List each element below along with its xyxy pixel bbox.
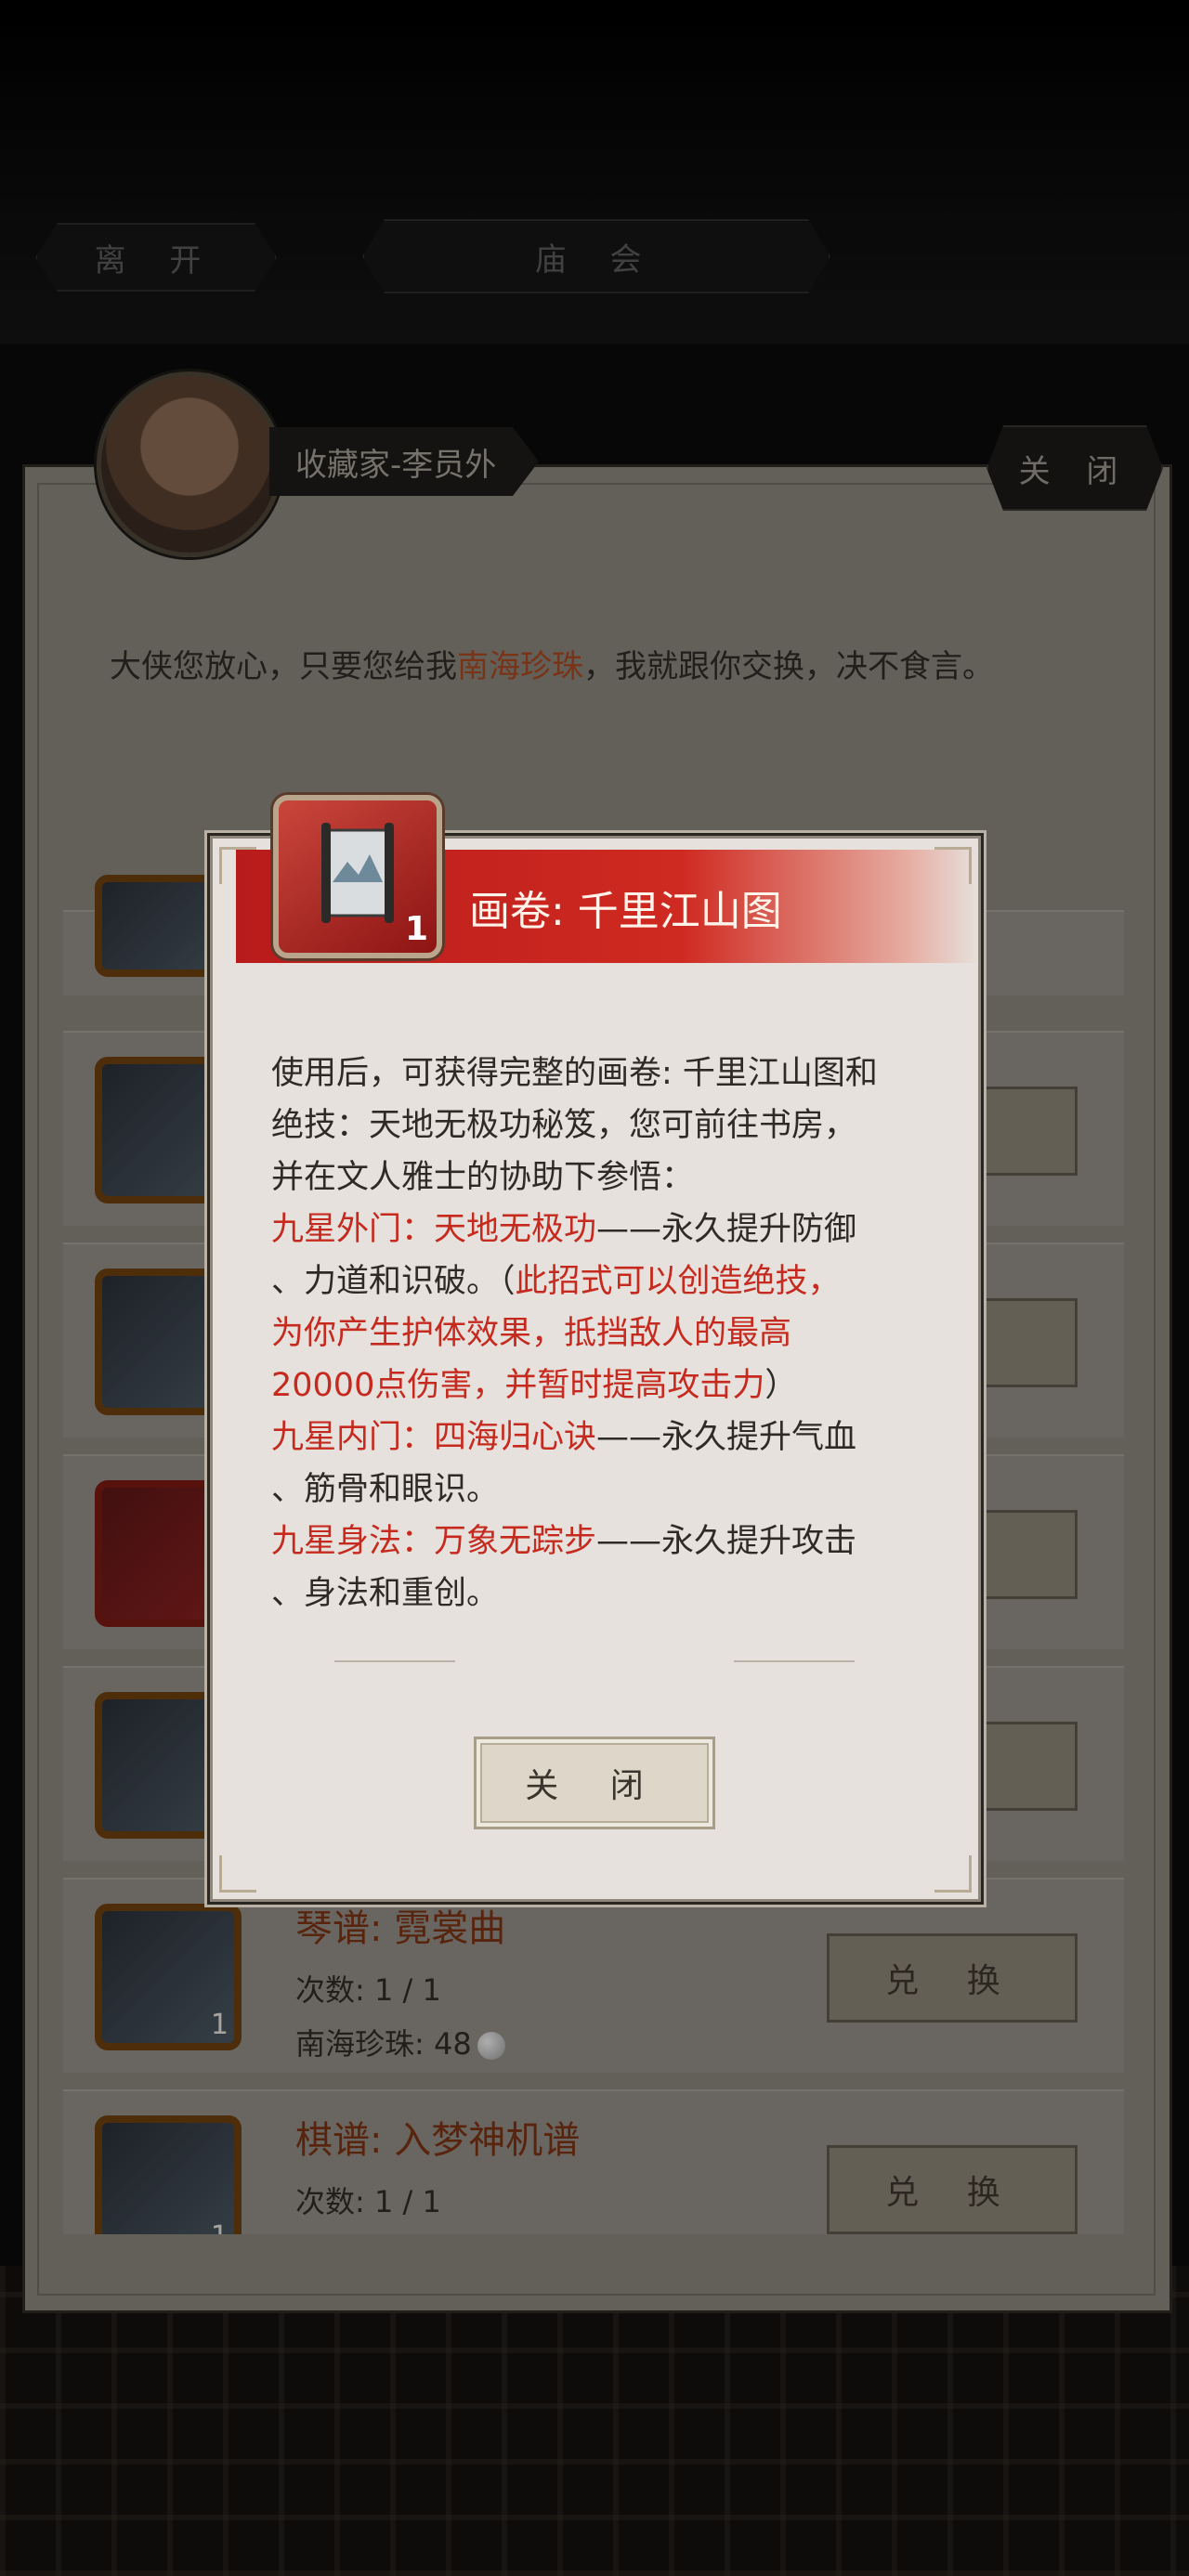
skill-name: 九星外门：天地无极功 [271,1211,597,1248]
divider-ornament [734,1660,855,1662]
popup-close-button[interactable]: 关 闭 [474,1737,715,1829]
skill-effect: ——永久提升气血 [596,1419,857,1456]
corner-ornament [934,1855,972,1893]
skill-movement: 九星身法：万象无踪步——永久提升攻击 [271,1516,940,1568]
item-description: 使用后，可获得完整的画卷: 千里江山图和 绝技：天地无极功秘笈，您可前往书房， … [271,1047,940,1620]
skill-effect: 、身法和重创。 [271,1575,500,1612]
skill-note: 此招式可以创造绝技， [515,1263,841,1300]
desc-line: 绝技：天地无极功秘笈，您可前往书房， [271,1107,857,1144]
skill-note-end: ） [764,1367,798,1404]
skill-effect: ——永久提升攻击 [596,1523,857,1560]
item-count: 1 [405,910,429,948]
popup-item-title: 画卷: 千里江山图 [469,888,782,935]
skill-name: 九星内门：四海归心诀 [271,1419,597,1456]
skill-name: 九星身法：万象无踪步 [271,1523,597,1560]
skill-effect: 、筋骨和眼识。 [271,1471,500,1508]
painting-scroll-icon [321,823,394,923]
skill-outer: 九星外门：天地无极功——永久提升防御 [271,1203,940,1255]
skill-outer-cont: 、力道和识破。（此招式可以创造绝技， [271,1255,940,1308]
skill-effect: 、力道和识破。（ [271,1263,516,1300]
divider-ornament [334,1660,455,1662]
corner-ornament [219,1855,256,1893]
skill-effect: ——永久提升防御 [596,1211,857,1248]
popup-close-label: 关 闭 [525,1767,664,1805]
skill-note: 20000点伤害，并暂时提高攻击力 [271,1367,765,1404]
desc-line: 使用后，可获得完整的画卷: 千里江山图和 [271,1055,878,1092]
skill-note: 为你产生护体效果，抵挡敌人的最高 [271,1315,792,1352]
skill-inner: 九星内门：四海归心诀——永久提升气血 [271,1412,940,1464]
desc-line: 并在文人雅士的协助下参悟： [271,1159,695,1196]
